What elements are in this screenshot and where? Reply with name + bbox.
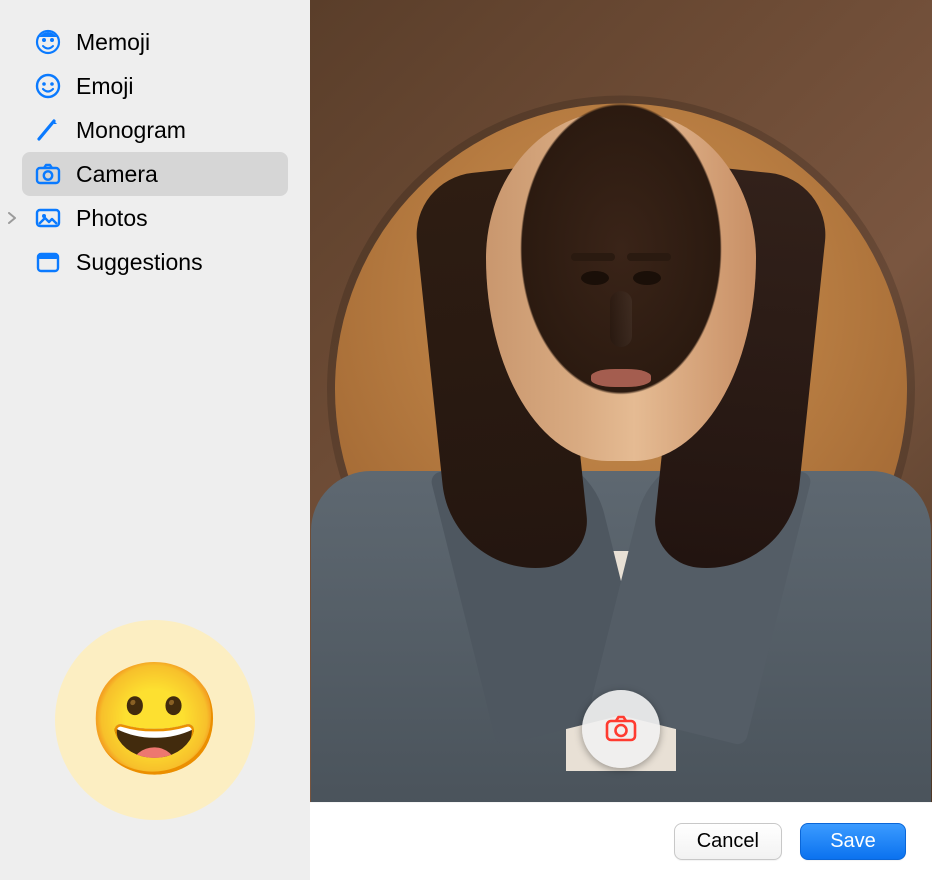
camera-shutter-icon — [603, 710, 639, 749]
memoji-icon — [34, 28, 62, 56]
sidebar-item-camera[interactable]: Camera — [22, 152, 288, 196]
chevron-right-icon[interactable] — [6, 212, 18, 224]
save-button[interactable]: Save — [800, 823, 906, 860]
camera-subject-placeholder — [361, 71, 881, 731]
subject-nose — [610, 291, 632, 347]
cancel-button[interactable]: Cancel — [674, 823, 782, 860]
suggestions-icon — [34, 248, 62, 276]
camera-live-view — [310, 0, 932, 802]
sidebar-item-emoji[interactable]: Emoji — [22, 64, 288, 108]
camera-icon — [34, 160, 62, 188]
photos-icon — [34, 204, 62, 232]
subject-lips — [591, 369, 651, 387]
monogram-icon — [34, 116, 62, 144]
shutter-button[interactable] — [582, 690, 660, 768]
sidebar-list: Memoji Emoji Monogram Camera — [0, 20, 310, 284]
sidebar-item-label: Memoji — [76, 29, 150, 56]
subject-eye — [633, 271, 661, 285]
sidebar-item-label: Emoji — [76, 73, 134, 100]
sidebar-item-photos[interactable]: Photos — [22, 196, 288, 240]
main-panel: Cancel Save — [310, 0, 932, 880]
sidebar-item-label: Photos — [76, 205, 148, 232]
sidebar-item-label: Suggestions — [76, 249, 203, 276]
current-avatar-preview-wrapper: 😀 — [0, 620, 310, 880]
dialog-footer: Cancel Save — [310, 802, 932, 880]
subject-brow — [571, 253, 615, 261]
subject-brow — [627, 253, 671, 261]
sidebar-item-monogram[interactable]: Monogram — [22, 108, 288, 152]
emoji-icon — [34, 72, 62, 100]
sidebar-item-memoji[interactable]: Memoji — [22, 20, 288, 64]
sidebar: Memoji Emoji Monogram Camera — [0, 0, 310, 880]
sidebar-item-suggestions[interactable]: Suggestions — [22, 240, 288, 284]
sidebar-item-label: Monogram — [76, 117, 186, 144]
preview-emoji: 😀 — [87, 665, 224, 775]
sidebar-item-label: Camera — [76, 161, 158, 188]
current-avatar-preview: 😀 — [55, 620, 255, 820]
subject-eye — [581, 271, 609, 285]
